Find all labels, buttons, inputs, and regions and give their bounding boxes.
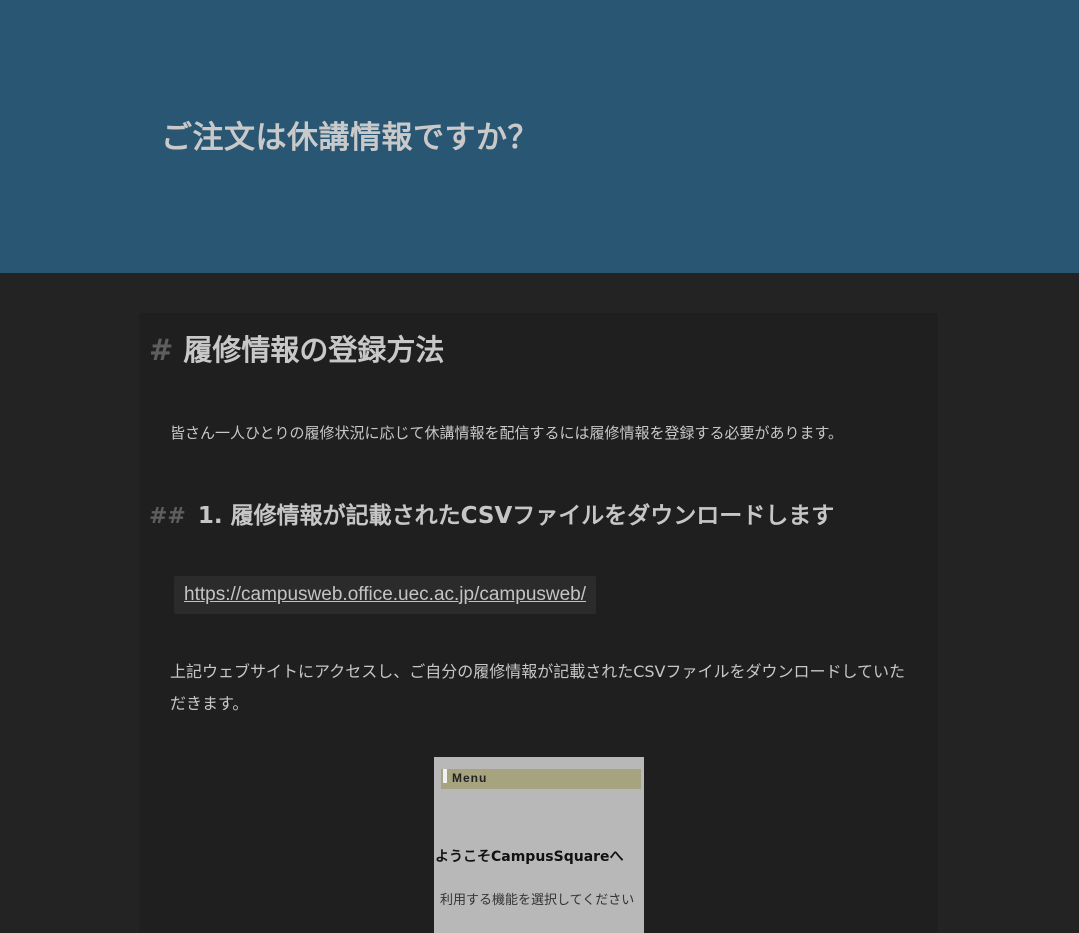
menu-bar-marker: [443, 769, 447, 783]
screenshot-menu-bar: Menu: [441, 769, 641, 789]
article-card: # 履修情報の登録方法 皆さん一人ひとりの履修状況に応じて休講情報を配信するには履…: [139, 313, 938, 933]
heading-hash-marker: #: [149, 333, 174, 367]
link-code-box: https://campusweb.office.uec.ac.jp/campu…: [174, 576, 597, 614]
section-heading-text: 履修情報の登録方法: [183, 333, 445, 367]
section-heading: # 履修情報の登録方法: [149, 327, 444, 369]
screenshot-subtitle-text: 利用する機能を選択してください: [440, 893, 635, 908]
step-heading-text: 1. 履修情報が記載されたCSVファイルをダウンロードします: [197, 503, 835, 529]
subheading-hash-marker: ##: [149, 504, 186, 529]
step-heading: ## 1. 履修情報が記載されたCSVファイルをダウンロードします: [149, 496, 834, 530]
campusweb-link[interactable]: https://campusweb.office.uec.ac.jp/campu…: [184, 584, 586, 606]
screenshot-menu-label: Menu: [452, 771, 488, 785]
instruction-paragraph: 上記ウェブサイトにアクセスし、ご自分の履修情報が記載されたCSVファイルをダウン…: [170, 662, 905, 713]
campussquare-screenshot: Menu ようこそCampusSquareへ 利用する機能を選択してください: [434, 757, 644, 933]
intro-paragraph: 皆さん一人ひとりの履修状況に応じて休講情報を配信するには履修情報を登録する必要が…: [170, 424, 844, 442]
site-header: ご注文は休講情報ですか？: [0, 0, 1079, 273]
site-title[interactable]: ご注文は休講情報ですか？: [161, 112, 539, 157]
screenshot-welcome-text: ようこそCampusSquareへ: [435, 849, 624, 865]
